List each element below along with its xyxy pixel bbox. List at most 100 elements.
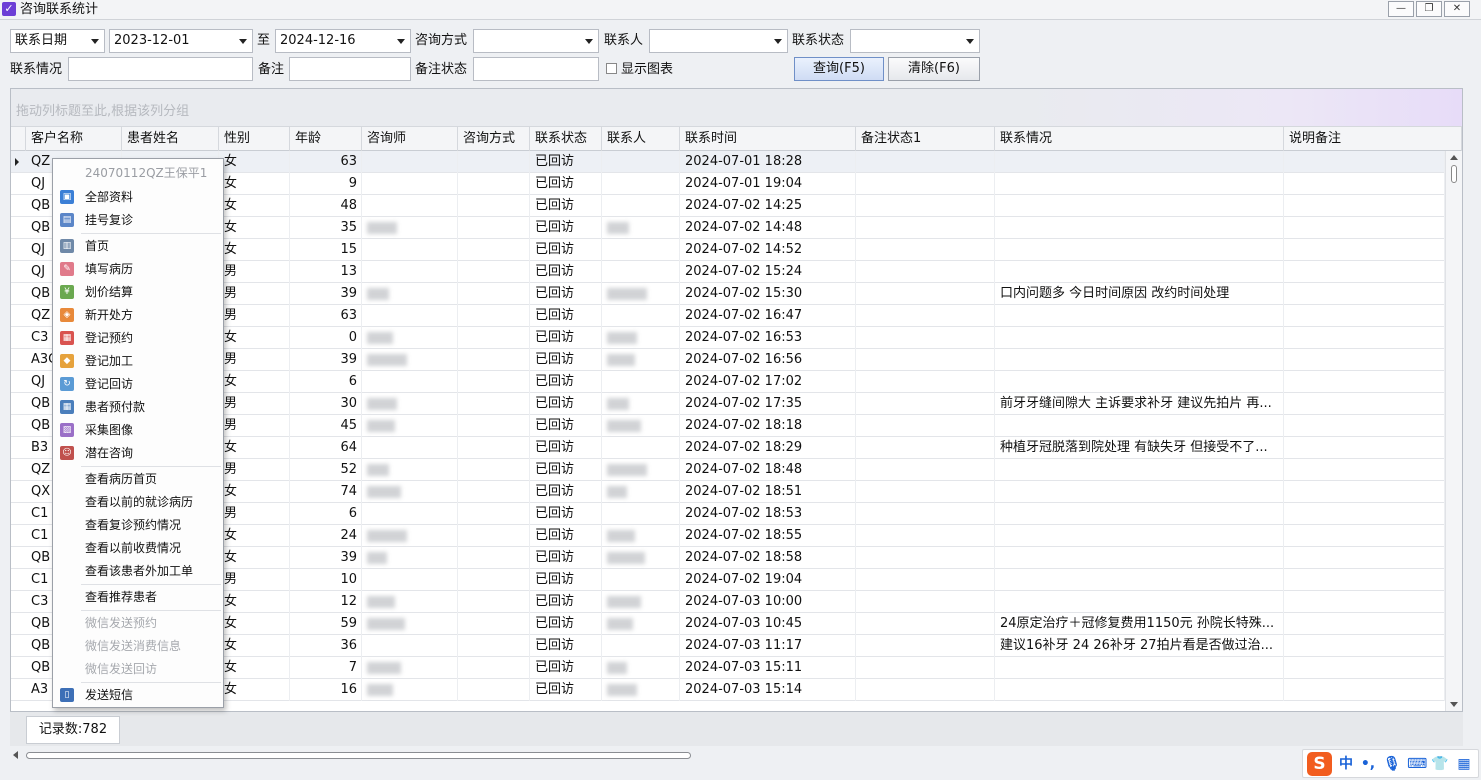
column-header-contact-person[interactable]: 联系人 [602,127,680,151]
table-row[interactable]: QB 女 7 已回访 2024-07-03 15:11 [11,657,1445,679]
table-row[interactable]: QB 女 48 已回访 2024-07-02 14:25 [11,195,1445,217]
menu-item[interactable]: ✎ 填写病历 [53,258,223,280]
column-header-consultant[interactable]: 咨询师 [362,127,458,151]
date-from-picker[interactable]: 2023-12-01 [109,29,253,53]
redacted-text [367,529,407,542]
punctuation-icon[interactable]: •, [1359,755,1377,773]
menu-item[interactable]: ◈ 新开处方 [53,304,223,326]
date-type-select[interactable]: 联系日期 [10,29,105,53]
menu-item[interactable]: 查看病历首页 [53,468,223,490]
menu-item[interactable]: ▥ 首页 [53,235,223,257]
table-row[interactable]: QB 女 39 已回访 2024-07-02 18:58 [11,547,1445,569]
cell-gender: 女 [219,239,290,261]
consult-method-select[interactable] [473,29,599,53]
table-row[interactable]: QB 女 35 已回访 2024-07-02 14:48 [11,217,1445,239]
vertical-scrollbar[interactable] [1445,151,1462,711]
menu-item: 微信发送预约 [53,612,223,634]
menu-item[interactable]: 查看以前的就诊病历 [53,491,223,513]
column-header-customer[interactable]: 客户名称 [26,127,122,151]
menu-item[interactable]: ▯ 发送短信 [53,684,223,706]
restore-button[interactable]: ❐ [1416,1,1442,17]
skin-shirt-icon[interactable]: 👕 [1431,755,1449,773]
contact-status-select[interactable] [850,29,980,53]
table-row[interactable]: QB 男 39 已回访 2024-07-02 15:30 口内问题多 今日时间原因 改约时… [11,283,1445,305]
column-header-contact-time[interactable]: 联系时间 [680,127,856,151]
menu-item[interactable]: ▣ 全部资料 [53,186,223,208]
table-row[interactable]: QZ 男 63 已回访 2024-07-02 16:47 [11,305,1445,327]
clear-button[interactable]: 清除(F6) [888,57,980,81]
contact-person-select[interactable] [649,29,788,53]
cell-person [602,371,680,393]
menu-item[interactable]: ▤ 挂号复诊 [53,209,223,231]
table-row[interactable]: QZ 男 52 已回访 2024-07-02 18:48 [11,459,1445,481]
table-row[interactable]: QJ 女 9 已回访 2024-07-01 19:04 [11,173,1445,195]
show-chart-checkbox[interactable] [606,63,617,74]
sogou-logo-icon[interactable]: S [1307,752,1332,776]
table-row[interactable]: C1 女 24 已回访 2024-07-02 18:55 [11,525,1445,547]
table-row[interactable]: QJ 女 6 已回访 2024-07-02 17:02 [11,371,1445,393]
vertical-scroll-thumb[interactable] [1451,165,1457,183]
column-header-gender[interactable]: 性别 [219,127,290,151]
menu-item[interactable]: ◆ 登记加工 [53,350,223,372]
scroll-up-icon[interactable] [1450,155,1458,160]
cell-consultant [362,393,458,415]
menu-item[interactable]: ¥ 划价结算 [53,281,223,303]
scroll-down-icon[interactable] [1450,702,1458,707]
table-row[interactable]: A3 女 16 已回访 2024-07-03 15:14 [11,679,1445,701]
date-to-picker[interactable]: 2024-12-16 [275,29,411,53]
column-header-consult-method[interactable]: 咨询方式 [458,127,530,151]
cell-rstatus [856,437,995,459]
cell-person [602,327,680,349]
table-row[interactable]: QB 男 45 已回访 2024-07-02 18:18 [11,415,1445,437]
menu-item[interactable]: ↻ 登记回访 [53,373,223,395]
minimize-button[interactable]: — [1388,1,1414,17]
column-header-contact-info[interactable]: 联系情况 [995,127,1284,151]
column-header-contact-status[interactable]: 联系状态 [530,127,602,151]
column-header-remark-status[interactable]: 备注状态1 [856,127,995,151]
menu-item[interactable]: 查看以前收费情况 [53,537,223,559]
table-row[interactable]: A3C 男 39 已回访 2024-07-02 16:56 [11,349,1445,371]
remark-status-input[interactable] [473,57,599,81]
close-button[interactable]: ✕ [1444,1,1470,17]
keyboard-icon[interactable]: ⌨ [1407,755,1427,773]
table-row[interactable]: QX 女 74 已回访 2024-07-02 18:51 [11,481,1445,503]
column-header-remark[interactable]: 说明备注 [1284,127,1462,151]
horizontal-scrollbar[interactable] [10,748,1463,762]
cell-status: 已回访 [530,195,602,217]
cell-note [995,195,1284,217]
contact-info-input[interactable] [68,57,253,81]
cell-note [995,657,1284,679]
menu-item[interactable]: 查看复诊预约情况 [53,514,223,536]
menu-item[interactable]: 查看推荐患者 [53,586,223,608]
scroll-left-icon[interactable] [13,751,18,759]
table-row[interactable]: QB 男 30 已回访 2024-07-02 17:35 前牙牙缝间隙大 主诉要求补牙 建… [11,393,1445,415]
column-header-patient[interactable]: 患者姓名 [122,127,219,151]
cell-gender: 男 [219,349,290,371]
table-row[interactable]: QB 女 59 已回访 2024-07-03 10:45 24原定治疗＋冠修复费用1150… [11,613,1445,635]
cell-status: 已回访 [530,415,602,437]
menu-item[interactable]: ▦ 患者预付款 [53,396,223,418]
menu-item[interactable]: ▨ 采集图像 [53,419,223,441]
table-row[interactable]: QJ 男 13 已回访 2024-07-02 15:24 [11,261,1445,283]
menu-item-label: 首页 [85,239,110,253]
column-header-age[interactable]: 年龄 [290,127,362,151]
cell-age: 15 [290,239,362,261]
remark-input[interactable] [289,57,411,81]
query-button[interactable]: 查询(F5) [794,57,884,81]
table-row[interactable]: QZ 女 63 已回访 2024-07-01 18:28 [11,151,1445,173]
group-by-panel[interactable]: 拖动列标题至此,根据该列分组 [11,89,1462,127]
table-row[interactable]: C3 女 12 已回访 2024-07-03 10:00 [11,591,1445,613]
menu-item[interactable]: 查看该患者外加工单 [53,560,223,582]
toolbox-grid-icon[interactable]: ▦ [1455,755,1473,773]
table-row[interactable]: C1 男 6 已回访 2024-07-02 18:53 [11,503,1445,525]
table-row[interactable]: B3 女 64 已回访 2024-07-02 18:29 种植牙冠脱落到院处理 有缺失牙 … [11,437,1445,459]
microphone-icon[interactable]: 🎙 [1383,755,1401,773]
ime-language-toggle[interactable]: 中 [1337,755,1355,773]
menu-item[interactable]: ☺ 潜在咨询 [53,442,223,464]
menu-item[interactable]: ▦ 登记预约 [53,327,223,349]
table-row[interactable]: C1 男 10 已回访 2024-07-02 19:04 [11,569,1445,591]
table-row[interactable]: QJ 女 15 已回访 2024-07-02 14:52 [11,239,1445,261]
table-row[interactable]: QB 女 36 已回访 2024-07-03 11:17 建议16补牙 24 26补牙 2… [11,635,1445,657]
table-row[interactable]: C3 女 0 已回访 2024-07-02 16:53 [11,327,1445,349]
horizontal-scroll-thumb[interactable] [26,752,691,759]
